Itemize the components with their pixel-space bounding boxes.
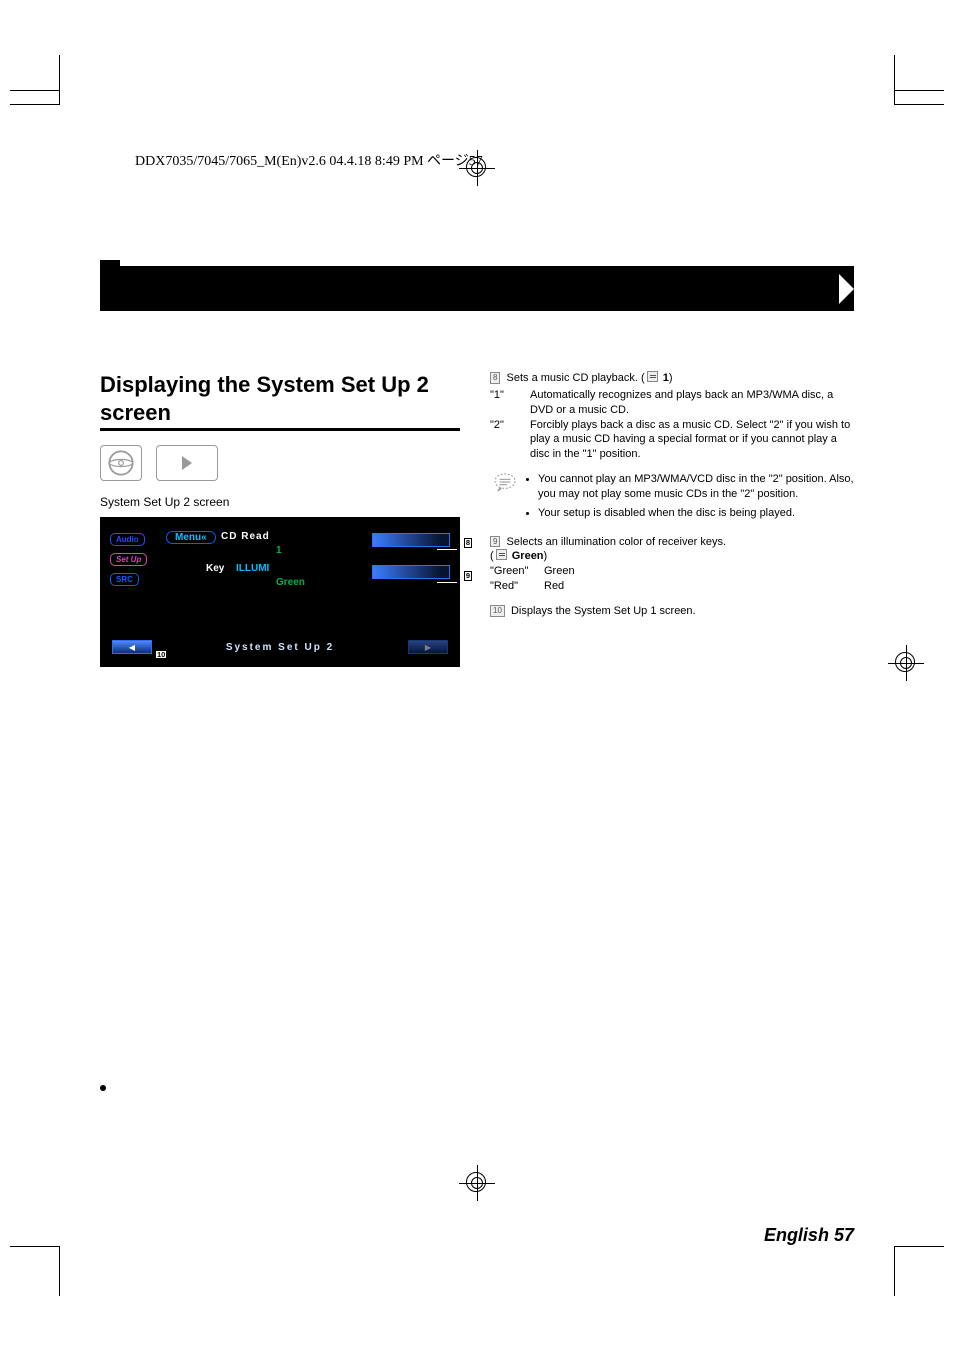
item-8-tail: )	[669, 372, 673, 384]
item-8-lead: Sets a music CD playback. (	[507, 372, 645, 384]
note-bullet: You cannot play an MP3/WMA/VCD disc in t…	[538, 472, 854, 502]
item-10-block: 10 Displays the System Set Up 1 screen.	[490, 604, 854, 619]
registration-mark	[888, 645, 924, 681]
disc-icon	[100, 445, 142, 481]
green-val: Green	[544, 564, 854, 579]
red-key: "Red"	[490, 579, 538, 594]
pencil-icon	[647, 371, 658, 382]
item-8-block: 8 Sets a music CD playback. ( 1) "1" Aut…	[490, 371, 854, 462]
callout-leader	[437, 549, 457, 550]
callout-leader	[437, 582, 457, 583]
item-9-default: Green	[512, 550, 544, 562]
prev-page-button	[112, 640, 152, 654]
page-footer: English 57	[764, 1225, 854, 1246]
callout-8: 8	[464, 538, 472, 548]
illumi-value: Green	[276, 577, 305, 588]
setup-screen: Audio Set Up SRC Menu« CD Read 1 Key ILL…	[100, 517, 460, 667]
value-bar	[372, 565, 450, 579]
note-block: You cannot play an MP3/WMA/VCD disc in t…	[494, 472, 854, 525]
opt-2-key: "2"	[490, 418, 524, 463]
ref-num-10: 10	[490, 605, 505, 617]
pencil-icon	[496, 549, 507, 560]
callout-9: 9	[464, 571, 472, 581]
ref-num-8: 8	[490, 372, 500, 384]
opt-2-text: Forcibly plays back a disc as a music CD…	[530, 418, 854, 463]
footer-label: English	[764, 1225, 829, 1245]
audio-tab: Audio	[110, 533, 145, 546]
opt-1-text: Automatically recognizes and plays back …	[530, 388, 854, 418]
green-key: "Green"	[490, 564, 538, 579]
crop-mark	[10, 1246, 60, 1296]
cd-read-value: 1	[276, 545, 282, 556]
setup-tab: Set Up	[110, 553, 147, 566]
red-val: Red	[544, 579, 854, 594]
heading-band	[100, 266, 854, 311]
crop-mark	[894, 55, 944, 105]
item-10-text: Displays the System Set Up 1 screen.	[511, 605, 696, 617]
crop-mark	[10, 55, 60, 105]
value-bar	[372, 533, 450, 547]
footer-page: 57	[834, 1225, 854, 1245]
section-title: Displaying the System Set Up 2 screen	[100, 371, 460, 431]
callout-10: 10	[155, 650, 167, 660]
screen-title: System Set Up 2	[158, 642, 402, 653]
next-page-button	[408, 640, 448, 654]
note-bullet: Your setup is disabled when the disc is …	[538, 506, 854, 521]
crop-mark	[894, 1246, 944, 1296]
play-icon	[156, 445, 218, 481]
screen-caption: System Set Up 2 screen	[100, 495, 460, 509]
note-icon	[494, 472, 516, 492]
band-arrow-icon	[839, 274, 854, 304]
item-9-lead: Selects an illumination color of receive…	[507, 536, 726, 548]
print-header: DDX7035/7045/7065_M(En)v2.6 04.4.18 8:49…	[135, 150, 483, 170]
illumi-label: ILLUMI	[236, 563, 269, 574]
item-9-block: 9 Selects an illumination color of recei…	[490, 535, 854, 594]
key-label: Key	[206, 563, 224, 574]
opt-1-key: "1"	[490, 388, 524, 418]
src-tab: SRC	[110, 573, 139, 586]
ref-num-9: 9	[490, 536, 500, 548]
menu-tab: Menu«	[166, 531, 216, 544]
cd-read-label: CD Read	[221, 531, 270, 542]
